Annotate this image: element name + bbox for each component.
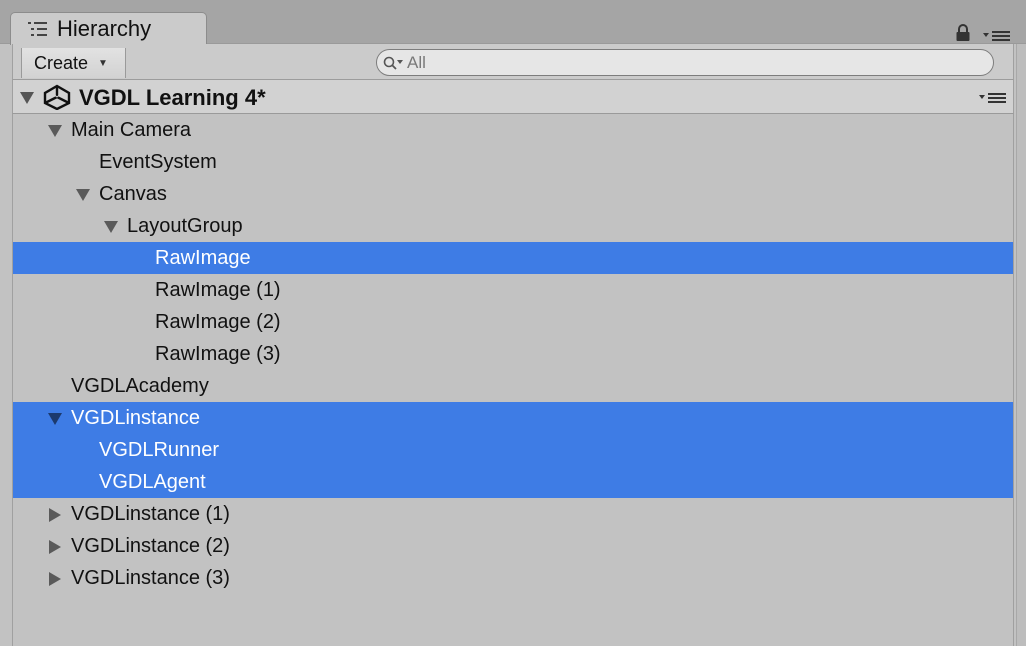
- scene-title: VGDL Learning 4*: [79, 85, 266, 110]
- hierarchy-tree: Main Camera EventSystem Canvas LayoutGroup R…: [12, 114, 1014, 646]
- tree-row-label: VGDLAcademy: [71, 375, 209, 397]
- tab-strip: Hierarchy: [0, 0, 1026, 45]
- hierarchy-toolbar: Create ▼: [12, 44, 1014, 80]
- tree-row-label: VGDLinstance: [71, 407, 200, 429]
- tree-row-label: VGDLRunner: [99, 439, 220, 461]
- tree-row-label: VGDLinstance (3): [71, 567, 230, 589]
- tree-row[interactable]: RawImage (1): [13, 274, 1013, 306]
- collapsed-arrow-icon[interactable]: [47, 572, 63, 586]
- expanded-arrow-icon[interactable]: [47, 124, 63, 138]
- tree-row[interactable]: RawImage: [13, 242, 1013, 274]
- collapsed-arrow-icon[interactable]: [47, 540, 63, 554]
- tree-row-label: Canvas: [99, 183, 167, 205]
- scene-menu-icon[interactable]: [979, 92, 1007, 104]
- search-icon[interactable]: [383, 55, 405, 71]
- tree-row[interactable]: Main Camera: [13, 114, 1013, 146]
- tree-row-label: RawImage (3): [155, 343, 281, 365]
- tree-row[interactable]: VGDLinstance (3): [13, 562, 1013, 594]
- lock-icon[interactable]: [955, 24, 971, 42]
- tree-row[interactable]: VGDLRunner: [13, 434, 1013, 466]
- tree-row-label: VGDLinstance (1): [71, 503, 230, 525]
- tree-row[interactable]: VGDLinstance: [13, 402, 1013, 434]
- tree-row-label: VGDLinstance (2): [71, 535, 230, 557]
- tree-row-label: EventSystem: [99, 151, 217, 173]
- tree-row-label: RawImage (2): [155, 311, 281, 333]
- tree-row[interactable]: VGDLinstance (2): [13, 530, 1013, 562]
- expanded-arrow-icon[interactable]: [75, 188, 91, 202]
- scene-header[interactable]: VGDL Learning 4*: [12, 80, 1014, 114]
- tree-row-label: RawImage (1): [155, 279, 281, 301]
- create-dropdown-button[interactable]: Create ▼: [21, 48, 126, 78]
- tab-hierarchy[interactable]: Hierarchy: [10, 12, 207, 45]
- unity-logo-icon: [43, 84, 71, 110]
- tree-row[interactable]: LayoutGroup: [13, 210, 1013, 242]
- expanded-arrow-icon[interactable]: [47, 412, 63, 426]
- tree-row[interactable]: EventSystem: [13, 146, 1013, 178]
- tree-row[interactable]: Canvas: [13, 178, 1013, 210]
- scene-foldout-icon[interactable]: [19, 91, 35, 105]
- search-field[interactable]: [376, 49, 994, 76]
- tab-title: Hierarchy: [57, 16, 152, 41]
- tree-row-label: VGDLAgent: [99, 471, 206, 493]
- search-input[interactable]: [407, 52, 967, 73]
- tree-row-label: Main Camera: [71, 119, 192, 141]
- tree-row-label: LayoutGroup: [127, 215, 243, 237]
- tree-row[interactable]: RawImage (2): [13, 306, 1013, 338]
- create-label: Create: [34, 52, 89, 73]
- tree-row[interactable]: VGDLAgent: [13, 466, 1013, 498]
- collapsed-arrow-icon[interactable]: [47, 508, 63, 522]
- window-edge: [1016, 44, 1026, 646]
- tree-row[interactable]: VGDLinstance (1): [13, 498, 1013, 530]
- panel-menu-icon[interactable]: [983, 30, 1011, 42]
- tree-row[interactable]: VGDLAcademy: [13, 370, 1013, 402]
- hierarchy-list-icon: [28, 22, 47, 36]
- expanded-arrow-icon[interactable]: [103, 220, 119, 234]
- tree-row-label: RawImage: [155, 247, 251, 269]
- dropdown-caret-icon: ▼: [98, 57, 108, 69]
- tree-row[interactable]: RawImage (3): [13, 338, 1013, 370]
